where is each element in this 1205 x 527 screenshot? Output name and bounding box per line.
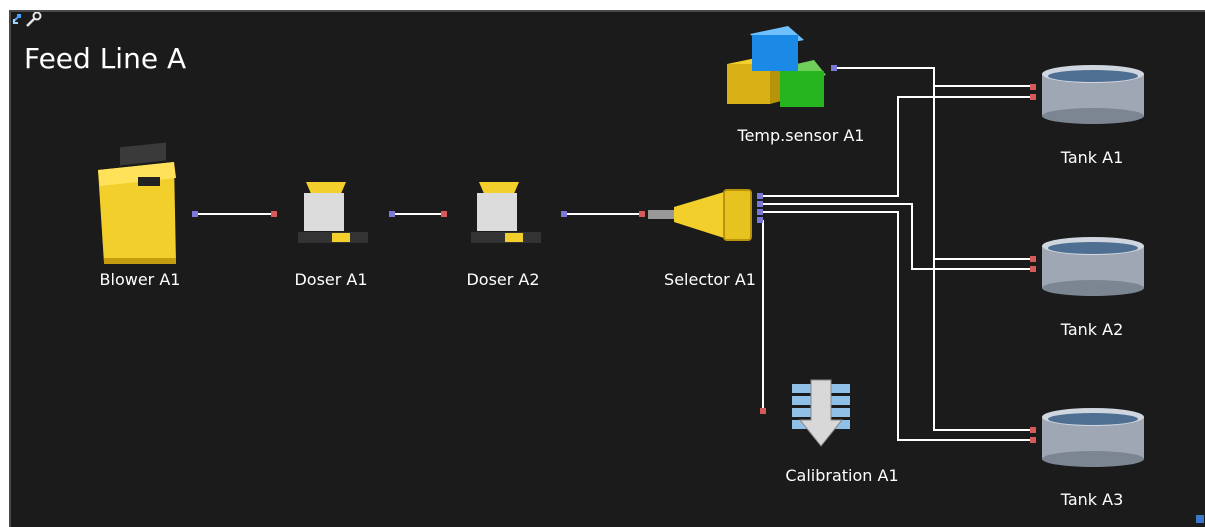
port-in[interactable] [1030, 437, 1036, 443]
selector-icon[interactable] [648, 189, 752, 241]
port-out[interactable] [757, 217, 763, 223]
port-in[interactable] [1030, 84, 1036, 90]
temperature-sensor-icon[interactable] [727, 26, 826, 107]
node-label-tank-a2: Tank A2 [1060, 320, 1124, 339]
node-label-temp-sensor: Temp.sensor A1 [737, 126, 865, 145]
port-out[interactable] [757, 209, 763, 215]
resize-icon[interactable] [1196, 515, 1204, 523]
wire-selector-tank1 [763, 96, 1032, 197]
calibration-icon[interactable] [792, 379, 850, 447]
node-label-doser-a2: Doser A2 [466, 270, 540, 289]
port-in[interactable] [1030, 266, 1036, 272]
node-label-calibration: Calibration A1 [785, 466, 899, 485]
wire-temp-tank3 [933, 259, 1032, 431]
port-in[interactable] [1030, 256, 1036, 262]
tank-icon[interactable] [1042, 65, 1144, 124]
node-label-doser-a1: Doser A1 [294, 270, 368, 289]
port-in[interactable] [441, 211, 447, 217]
ports [192, 65, 1036, 443]
port-out[interactable] [757, 193, 763, 199]
node-label-tank-a3: Tank A3 [1060, 490, 1124, 509]
node-label-tank-a1: Tank A1 [1060, 148, 1124, 167]
node-label-selector: Selector A1 [664, 270, 756, 289]
wire-selector-tank3 [763, 211, 1032, 441]
port-out[interactable] [192, 211, 198, 217]
port-out[interactable] [561, 211, 567, 217]
blower-icon[interactable] [98, 142, 176, 264]
port-out[interactable] [831, 65, 837, 71]
port-out[interactable] [389, 211, 395, 217]
tank-icon[interactable] [1042, 408, 1144, 467]
tank-icon[interactable] [1042, 237, 1144, 296]
node-label-blower: Blower A1 [99, 270, 181, 289]
port-in[interactable] [639, 211, 645, 217]
port-in[interactable] [1030, 94, 1036, 100]
port-out[interactable] [757, 201, 763, 207]
doser-icon[interactable] [298, 182, 368, 243]
port-in[interactable] [271, 211, 277, 217]
port-in[interactable] [760, 408, 766, 414]
wires [198, 67, 1032, 441]
doser-icon[interactable] [471, 182, 541, 243]
port-in[interactable] [1030, 427, 1036, 433]
connection-diagram [98, 26, 1144, 467]
